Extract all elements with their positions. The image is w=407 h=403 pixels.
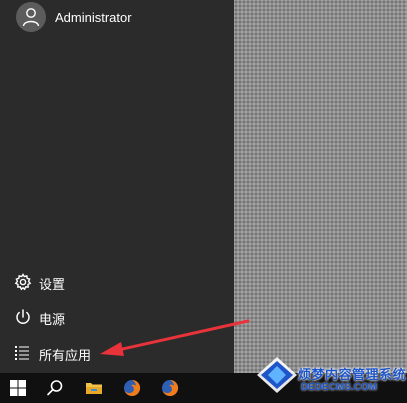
windows-start-icon: [10, 380, 26, 396]
search-icon: [47, 380, 63, 396]
watermark-title: 烦梦内容管理系统: [298, 367, 407, 382]
firefox-button-2[interactable]: [152, 373, 188, 403]
file-explorer-icon: [86, 383, 102, 394]
firefox-button[interactable]: [114, 373, 150, 403]
watermark: 烦梦内容管理系统 DEDECMS.COM: [255, 345, 407, 403]
firefox-icon: [162, 379, 179, 396]
file-explorer-button[interactable]: [76, 373, 112, 403]
annotation-arrow: [100, 319, 250, 356]
firefox-icon: [124, 379, 141, 396]
watermark-url: DEDECMS.COM: [301, 382, 378, 393]
start-button[interactable]: [0, 373, 36, 403]
watermark-logo: [257, 357, 297, 393]
search-button[interactable]: [37, 373, 73, 403]
